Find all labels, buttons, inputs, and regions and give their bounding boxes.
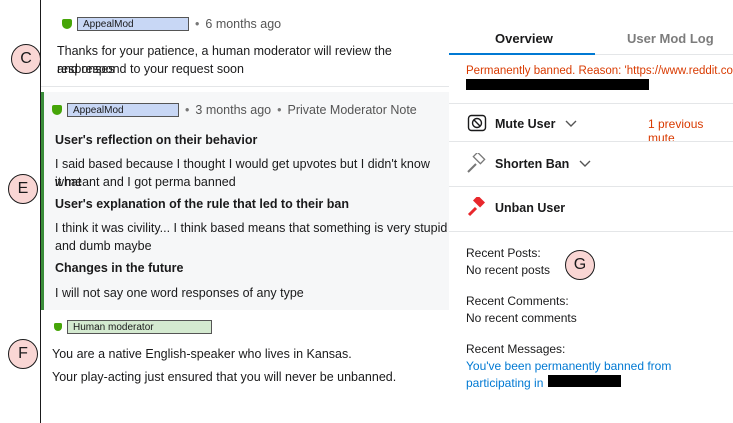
hammer-outline-icon	[466, 153, 488, 175]
separator-dot: •	[195, 17, 200, 31]
marker-c: C	[11, 44, 41, 74]
recent-messages-label: Recent Messages:	[466, 342, 566, 356]
marker-g: G	[565, 250, 595, 280]
recent-message-link-continued[interactable]: participating in	[466, 374, 543, 392]
reply-line: You are a native English-speaker who liv…	[52, 347, 352, 361]
section-heading: Changes in the future	[55, 261, 184, 275]
recent-comments-value: No recent comments	[466, 311, 577, 325]
section-text: it meant and I got perma banned	[55, 175, 236, 189]
author-label[interactable]: Human moderator	[67, 320, 212, 334]
mute-icon	[466, 113, 488, 135]
divider	[41, 86, 449, 87]
comment-time: 6 months ago	[205, 17, 282, 31]
tab-overview[interactable]: Overview	[495, 31, 553, 46]
unban-user-button[interactable]: Unban User	[466, 197, 565, 219]
tab-divider	[595, 54, 733, 55]
note-meta: AppealMod • 3 months ago • Private Moder…	[52, 103, 417, 117]
reply-meta: Human moderator	[54, 320, 212, 334]
marker-e: E	[8, 174, 38, 204]
shield-icon	[62, 19, 72, 29]
mute-user-button[interactable]: Mute User	[466, 113, 577, 135]
marker-f: F	[8, 339, 38, 369]
active-tab-indicator	[449, 53, 595, 55]
section-text: I think it was civility... I think based…	[55, 221, 448, 235]
author-label[interactable]: AppealMod	[67, 103, 179, 117]
unban-user-label: Unban User	[495, 201, 566, 215]
divider	[449, 141, 733, 142]
recent-message-link[interactable]: You've been permanently banned from	[466, 357, 671, 375]
comment-meta: AppealMod • 6 months ago	[62, 17, 281, 31]
section-text: I will not say one word responses of any…	[55, 286, 304, 300]
author-label[interactable]: AppealMod	[77, 17, 189, 31]
recent-posts-label: Recent Posts:	[466, 246, 541, 260]
recent-posts-value: No recent posts	[466, 263, 551, 277]
recent-comments-label: Recent Comments:	[466, 294, 569, 308]
ban-reason: Permanently banned. Reason: 'https://www…	[466, 65, 733, 77]
section-heading: User's explanation of the rule that led …	[55, 197, 349, 211]
divider	[449, 231, 733, 232]
shield-icon	[54, 323, 62, 331]
chevron-down-icon[interactable]	[565, 117, 577, 131]
redaction-bar	[466, 79, 649, 90]
divider	[449, 186, 733, 187]
shield-icon	[52, 105, 62, 115]
shorten-ban-label: Shorten Ban	[495, 157, 570, 171]
section-heading: User's reflection on their behavior	[55, 133, 258, 147]
user-sidebar: Overview User Mod Log Permanently banned…	[449, 0, 733, 423]
note-time: 3 months ago	[195, 103, 272, 117]
comment-body-line: and respond to your request soon	[57, 62, 244, 76]
separator-dot: •	[185, 103, 190, 117]
note-tag: Private Moderator Note	[287, 103, 417, 117]
shorten-ban-button[interactable]: Shorten Ban	[466, 153, 591, 175]
chevron-down-icon[interactable]	[579, 157, 591, 171]
divider	[449, 103, 733, 104]
gavel-icon	[466, 197, 488, 219]
reply-line: Your play-acting just ensured that you w…	[52, 370, 397, 384]
comment-thread: AppealMod • 6 months ago Thanks for your…	[41, 0, 449, 423]
tab-user-mod-log[interactable]: User Mod Log	[627, 31, 714, 46]
mute-user-label: Mute User	[495, 117, 556, 131]
section-text: and dumb maybe	[55, 239, 152, 253]
redaction-bar	[548, 375, 621, 387]
separator-dot: •	[277, 103, 282, 117]
